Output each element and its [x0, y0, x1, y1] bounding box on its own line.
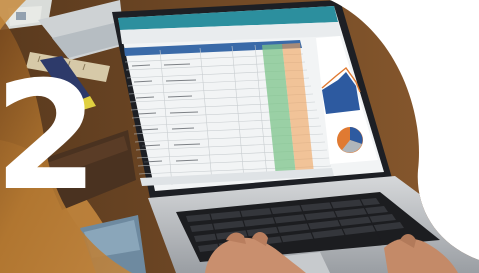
- step-number: 2: [0, 50, 98, 224]
- photo-stage: 2: [0, 0, 479, 273]
- pie-chart-icon: [337, 127, 363, 153]
